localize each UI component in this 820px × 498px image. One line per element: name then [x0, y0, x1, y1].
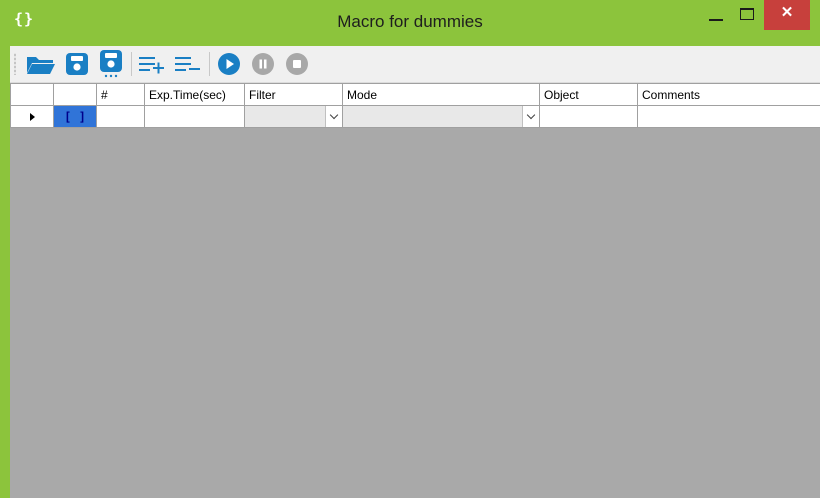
column-header-exp-time[interactable]: Exp.Time(sec) [144, 83, 245, 106]
current-row-arrow-icon [29, 112, 35, 121]
chevron-down-icon[interactable] [522, 106, 539, 127]
remove-row-button[interactable] [172, 50, 204, 78]
window-title: Macro for dummies [337, 12, 483, 31]
column-header-comments[interactable]: Comments [637, 83, 820, 106]
stop-button[interactable] [282, 50, 312, 78]
cell-select-text: [ ] [64, 109, 86, 124]
stop-icon [286, 53, 308, 75]
cell-select[interactable]: [ ] [53, 105, 97, 128]
toolbar-separator [209, 52, 210, 76]
add-row-button[interactable] [136, 50, 168, 78]
client-area: # Exp.Time(sec) Filter Mode Object Comme… [10, 46, 820, 498]
row-header[interactable] [10, 105, 54, 128]
close-button[interactable]: ✕ [764, 0, 810, 30]
maximize-button[interactable] [732, 0, 762, 30]
add-row-icon [139, 57, 164, 74]
grid-header-row: # Exp.Time(sec) Filter Mode Object Comme… [10, 83, 820, 106]
save-as-icon [100, 50, 122, 78]
corner-header[interactable] [10, 83, 54, 106]
play-icon [218, 53, 240, 75]
cell-comments[interactable] [637, 105, 820, 128]
column-header-object[interactable]: Object [539, 83, 638, 106]
column-header-filter[interactable]: Filter [244, 83, 343, 106]
cell-exp-time[interactable] [144, 105, 245, 128]
column-header-select[interactable] [53, 83, 97, 106]
chevron-down-icon[interactable] [325, 106, 342, 127]
toolbar [10, 46, 820, 83]
toolbar-separator [131, 52, 132, 76]
cell-number[interactable] [96, 105, 145, 128]
open-button[interactable] [24, 50, 58, 78]
close-icon: ✕ [780, 4, 794, 21]
column-header-number[interactable]: # [96, 83, 145, 106]
save-icon [66, 53, 88, 75]
minimize-button[interactable] [700, 0, 732, 30]
cell-filter-combo[interactable] [244, 105, 343, 128]
play-button[interactable] [214, 50, 244, 78]
toolbar-grip[interactable] [14, 53, 16, 75]
column-header-mode[interactable]: Mode [342, 83, 540, 106]
save-button[interactable] [62, 50, 92, 78]
table-row: [ ] [10, 105, 820, 128]
macro-grid: # Exp.Time(sec) Filter Mode Object Comme… [10, 83, 820, 128]
title-bar[interactable]: {} Macro for dummies ✕ [0, 0, 820, 46]
pause-button[interactable] [248, 50, 278, 78]
pause-icon [252, 53, 274, 75]
remove-row-icon [175, 57, 200, 71]
open-folder-icon [27, 57, 55, 74]
save-as-button[interactable] [96, 50, 126, 78]
app-window: {} Macro for dummies ✕ # Exp.Time(sec) F… [0, 0, 820, 498]
cell-object[interactable] [539, 105, 638, 128]
cell-mode-combo[interactable] [342, 105, 540, 128]
